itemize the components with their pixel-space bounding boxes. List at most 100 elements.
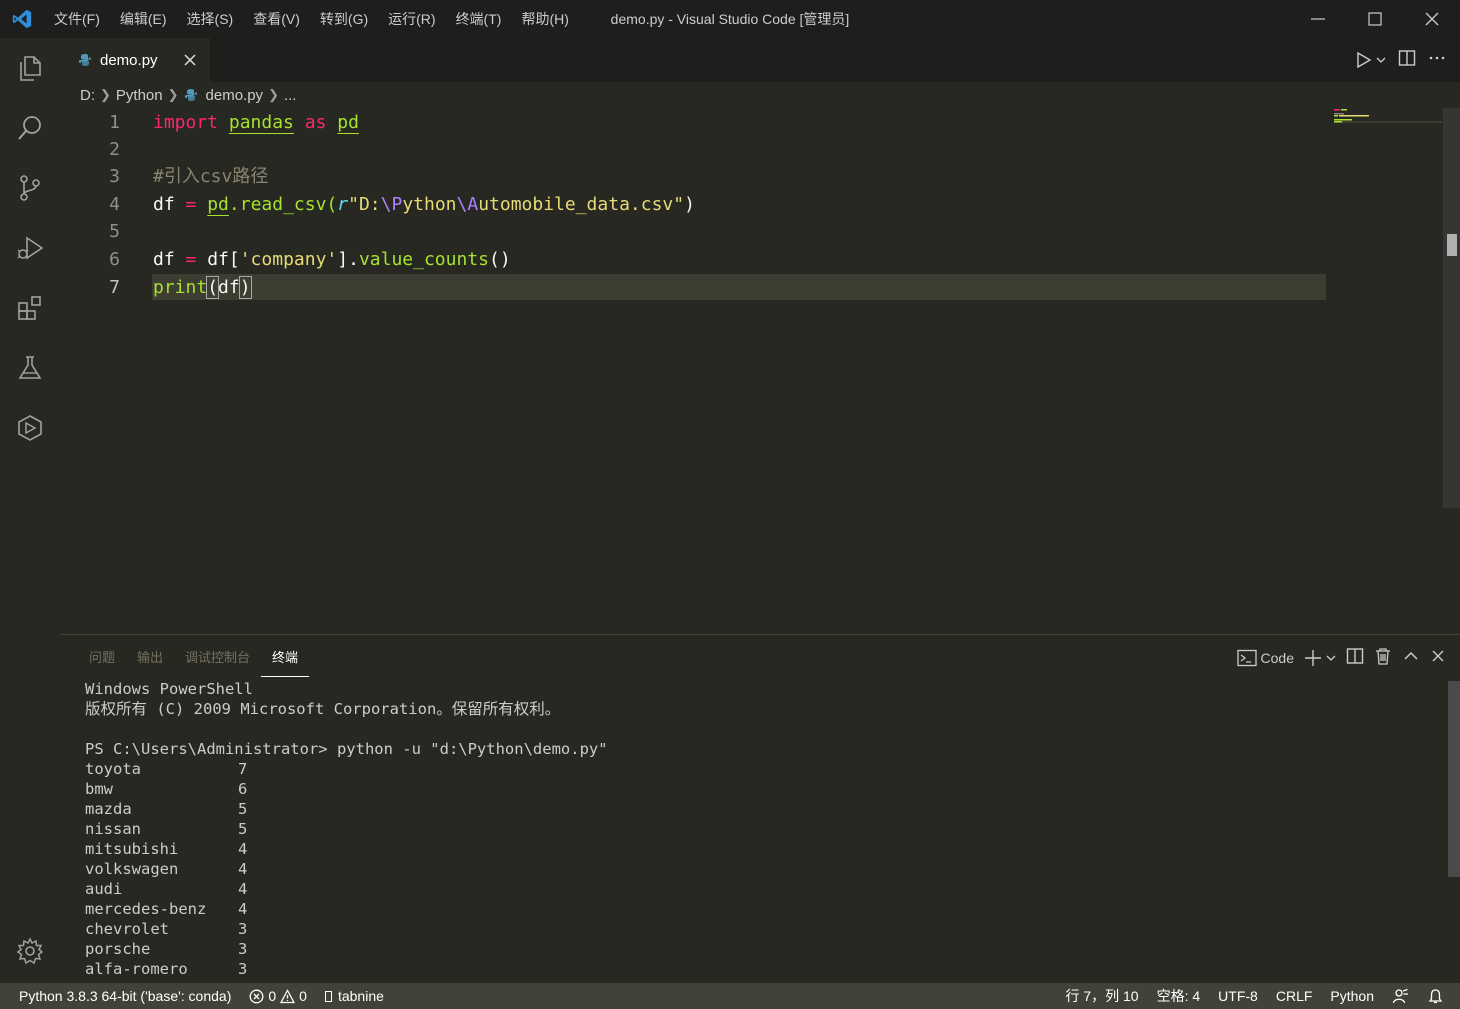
close-panel-button[interactable] [1430,648,1446,669]
tab-output[interactable]: 输出 [126,645,174,677]
run-icon [1357,51,1372,69]
minimap[interactable] [1332,108,1442,138]
chevron-right-icon: ❯ [268,87,279,102]
breadcrumb-file[interactable]: demo.py [206,87,264,104]
result-company: mercedes-benz [85,900,207,918]
tab-close-button[interactable] [180,50,200,70]
new-terminal-button[interactable] [1304,649,1336,667]
breadcrumb-more[interactable]: ... [284,87,297,104]
cursor-position[interactable]: 行 7，列 10 [1056,983,1147,1009]
testing-icon[interactable] [0,338,60,398]
remote-icon[interactable] [0,398,60,458]
chevron-down-icon [1376,57,1386,63]
terminal-scrollbar[interactable] [1448,681,1460,877]
result-company: chevrolet [85,920,169,938]
split-terminal-button[interactable] [1346,647,1364,670]
code-token: df[ [207,249,240,270]
editor-tab-bar: demo.py [60,38,1460,82]
code-line-1: import pandas as pd [153,109,359,136]
menu-file[interactable]: 文件(F) [44,0,110,38]
result-company: mazda [85,800,132,818]
source-control-icon[interactable] [0,158,60,218]
search-icon[interactable] [0,98,60,158]
line-number: 7 [109,277,120,298]
maximize-icon [1367,12,1382,26]
terminal-output[interactable]: Windows PowerShell 版权所有 (C) 2009 Microso… [85,679,608,979]
code-token: ( [206,276,220,299]
python-file-icon [184,89,197,101]
kill-terminal-button[interactable] [1374,647,1392,670]
warning-icon [280,988,296,1003]
code-token: import [153,112,219,133]
code-token: df [153,194,175,215]
code-token: = [174,194,208,215]
run-python-file-button[interactable] [1354,51,1386,69]
tab-problems[interactable]: 问题 [78,645,126,677]
terminal-result-row: mazda 5 [85,799,608,819]
terminal-selector[interactable]: Code [1236,649,1294,667]
line-number: 3 [109,166,120,187]
tab-terminal[interactable]: 终端 [261,645,310,677]
chevron-right-icon: ❯ [100,87,111,102]
menu-view[interactable]: 查看(V) [243,0,310,38]
editor-actions [1354,38,1446,82]
title-bar: 文件(F) 编辑(E) 选择(S) 查看(V) 转到(G) 运行(R) 终端(T… [0,0,1460,38]
terminal-result-row: nissan 5 [85,819,608,839]
result-company: porsche [85,940,151,958]
code-token: as [304,112,327,133]
panel-tabs: 问题 输出 调试控制台 终端 [78,645,310,677]
end-of-line[interactable]: CRLF [1267,983,1322,1009]
menu-selection[interactable]: 选择(S) [177,0,244,38]
tab-debug-console[interactable]: 调试控制台 [174,645,261,677]
code-token: pd [337,112,359,133]
extensions-icon[interactable] [0,278,60,338]
split-editor-button[interactable] [1398,49,1416,72]
editor-scrollbar[interactable] [1443,108,1460,508]
breadcrumb-drive[interactable]: D: [80,87,95,104]
settings-gear-icon[interactable] [0,921,60,981]
close-window-button[interactable] [1403,0,1460,38]
code-token: () [489,249,511,270]
code-editor[interactable]: 1 2 3 4 5 6 7 import pandas as pd #引入csv… [60,108,1444,633]
encoding[interactable]: UTF-8 [1209,983,1267,1009]
tab-demo-py[interactable]: demo.py [60,38,210,82]
terminal-results: toyota 7 bmw 6 mazda 5 nissan 5 mitsubishi 4 volks… [85,759,608,979]
chevron-up-icon [1404,651,1418,660]
terminal-result-row: toyota 7 [85,759,608,779]
maximize-button[interactable] [1346,0,1403,38]
python-interpreter[interactable]: Python 3.8.3 64-bit ('base': conda) [0,983,240,1009]
tabnine-status[interactable]: tabnine [316,983,393,1009]
explorer-icon[interactable] [0,38,60,98]
code-line-7: print(df) [153,274,252,301]
code-token: ython [402,194,457,215]
code-token: pd [207,194,229,215]
result-count: 3 [238,960,248,978]
language-mode[interactable]: Python [1321,983,1383,1009]
problems-indicator[interactable]: 0 0 [240,983,316,1009]
terminal-result-row: audi 4 [85,879,608,899]
notifications-button[interactable] [1418,983,1460,1009]
terminal-line: 版权所有 (C) 2009 Microsoft Corporation。保留所有… [85,700,561,718]
run-debug-icon[interactable] [0,218,60,278]
python-file-icon [78,54,92,66]
indentation[interactable]: 空格: 4 [1148,983,1210,1009]
menu-help[interactable]: 帮助(H) [511,0,578,38]
menu-edit[interactable]: 编辑(E) [110,0,177,38]
result-count: 4 [238,880,248,898]
menu-terminal[interactable]: 终端(T) [446,0,512,38]
line-number: 6 [109,249,120,270]
minimize-button[interactable] [1289,0,1346,38]
current-line-highlight [152,274,1326,300]
tabnine-icon [324,990,332,1002]
feedback-button[interactable] [1383,983,1418,1009]
menu-run[interactable]: 运行(R) [378,0,445,38]
scrollbar-cursor-marker [1447,234,1457,256]
breadcrumb-folder[interactable]: Python [116,87,163,104]
panel-actions: Code [1236,645,1446,671]
menu-go[interactable]: 转到(G) [310,0,378,38]
maximize-panel-button[interactable] [1402,647,1420,670]
result-count: 4 [238,840,248,858]
more-actions-button[interactable] [1428,49,1446,72]
tabnine-label: tabnine [337,988,384,1004]
